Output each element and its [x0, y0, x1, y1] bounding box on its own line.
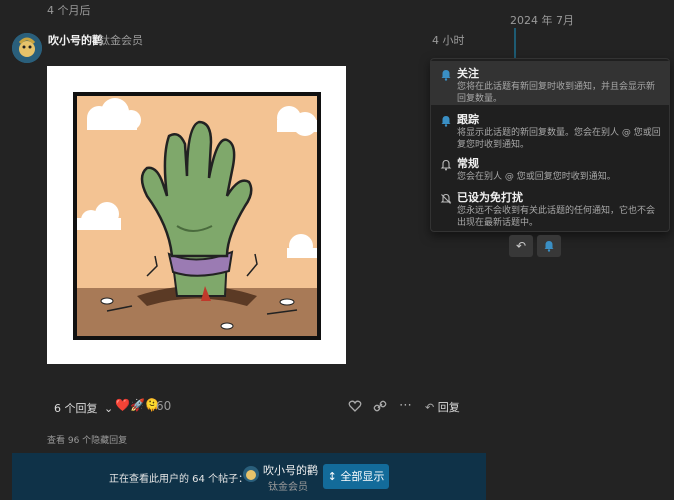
- show-all-button[interactable]: ↕ 全部显示: [323, 464, 389, 489]
- reactions-emoji[interactable]: ❤️🚀🫠: [115, 398, 160, 412]
- reply-label: 回复: [437, 401, 460, 414]
- replies-toggle-button[interactable]: 6 个回复 ⌄: [54, 400, 113, 416]
- menu-item-title: 关注: [457, 67, 479, 80]
- menu-item-desc: 将显示此话题的新回复数量。您会在别人 @ 您或回复您时收到通知。: [457, 128, 661, 150]
- chevron-down-icon: ⌄: [104, 402, 114, 415]
- link-icon[interactable]: [373, 399, 387, 413]
- user-filter-bar: 正在查看此用户的 64 个帖子： 吹小号的鹳 钛金会员 ↕ 全部显示: [12, 453, 486, 500]
- reply-button[interactable]: ↶ 回复: [425, 399, 460, 415]
- reply-topic-button[interactable]: ↶: [509, 235, 533, 257]
- menu-item-watching[interactable]: 关注 您将在此话题有新回复时收到通知，并且会显示新回复数量。: [431, 61, 669, 105]
- menu-item-title: 已设为免打扰: [457, 191, 523, 204]
- user-avatar-small[interactable]: [243, 466, 259, 482]
- reply-arrow-icon: ↶: [425, 401, 435, 414]
- menu-item-title: 跟踪: [457, 113, 479, 126]
- bell-icon: [441, 116, 451, 127]
- zombie-hand-illustration: [73, 92, 321, 340]
- menu-item-regular[interactable]: 常规 您会在别人 @ 您或回复您时收到通知。: [431, 151, 669, 183]
- filter-user-badge: 钛金会员: [268, 482, 308, 493]
- replies-count-label: 6 个回复: [54, 402, 98, 415]
- menu-item-desc: 您会在别人 @ 您或回复您时收到通知。: [457, 172, 616, 182]
- timeline-date[interactable]: 2024 年 7月: [510, 12, 574, 28]
- viewing-posts-text: 正在查看此用户的 64 个帖子：: [109, 474, 249, 485]
- bell-icon: [544, 241, 554, 252]
- bell-slash-icon: [440, 193, 452, 204]
- hidden-replies-link[interactable]: 查看 96 个隐藏回复: [47, 433, 127, 446]
- bell-icon: [441, 70, 451, 81]
- post-time[interactable]: 4 小时: [432, 32, 465, 48]
- author-name[interactable]: 吹小号的鹳: [48, 32, 103, 48]
- menu-item-muted[interactable]: 已设为免打扰 您永远不会收到有关此话题的任何通知，它也不会出现在最新话题中。: [431, 185, 669, 229]
- menu-item-title: 常规: [457, 157, 479, 170]
- author-badge: 钛金会员: [99, 34, 143, 47]
- post-image[interactable]: [47, 66, 346, 364]
- expand-vertical-icon: ↕: [327, 470, 337, 483]
- bell-outline-icon: [440, 159, 452, 171]
- menu-item-desc: 您将在此话题有新回复时收到通知，并且会显示新回复数量。: [457, 82, 656, 104]
- like-heart-icon[interactable]: [348, 399, 362, 413]
- more-options-icon[interactable]: ⋯: [399, 398, 412, 413]
- filter-user-name[interactable]: 吹小号的鹳: [263, 462, 318, 478]
- notification-level-menu: 关注 您将在此话题有新回复时收到通知，并且会显示新回复数量。 跟踪 将显示此话题…: [430, 58, 670, 232]
- reactions-count[interactable]: 60: [156, 399, 171, 413]
- notification-bell-button[interactable]: [537, 235, 561, 257]
- menu-item-tracking[interactable]: 跟踪 将显示此话题的新回复数量。您会在别人 @ 您或回复您时收到通知。: [431, 107, 669, 150]
- reply-arrow-icon: ↶: [515, 239, 527, 253]
- avatar[interactable]: [12, 33, 42, 63]
- time-gap-label: 4 个月后: [47, 4, 91, 17]
- timeline-bar[interactable]: [514, 28, 516, 58]
- menu-item-desc: 您永远不会收到有关此话题的任何通知，它也不会出现在最新话题中。: [457, 206, 656, 228]
- show-all-label: 全部显示: [340, 470, 385, 483]
